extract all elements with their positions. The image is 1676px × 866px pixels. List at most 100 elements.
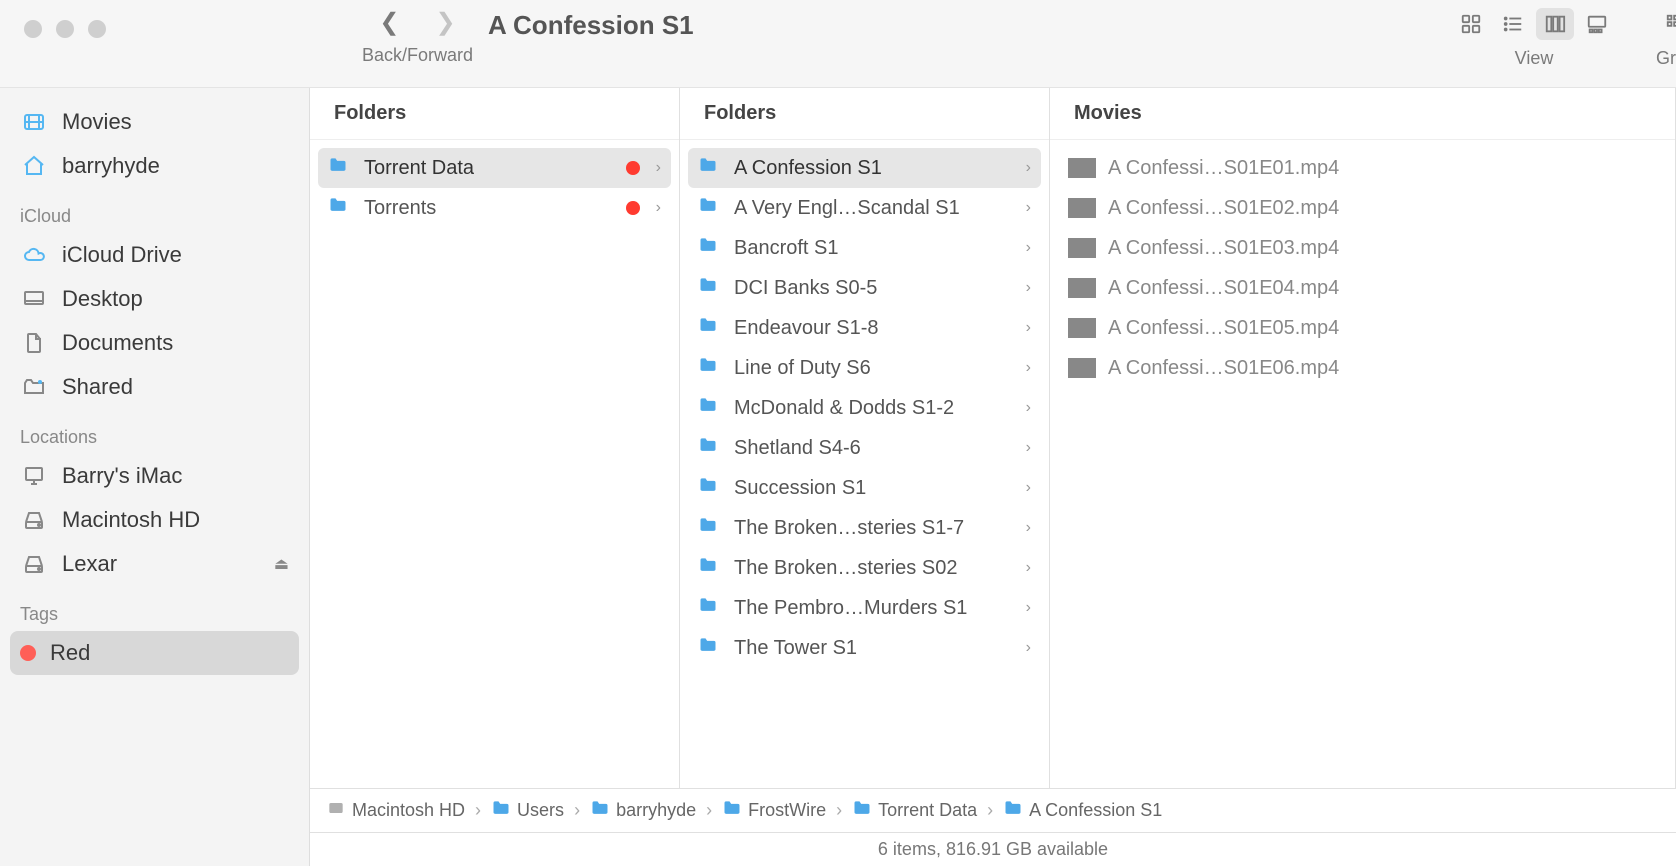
folder-row[interactable]: Line of Duty S6› xyxy=(688,348,1041,388)
path-segment[interactable]: Torrent Data xyxy=(852,798,977,823)
chevron-right-icon: › xyxy=(1026,639,1031,657)
column-body[interactable]: Torrent Data›Torrents› xyxy=(310,140,679,788)
item-name: DCI Banks S0-5 xyxy=(734,277,1018,300)
view-list-button[interactable] xyxy=(1494,8,1532,40)
sidebar-item-iclouddrive[interactable]: iCloud Drive xyxy=(0,233,309,277)
view-gallery-button[interactable] xyxy=(1578,8,1616,40)
item-name: A Confessi…S01E02.mp4 xyxy=(1108,197,1657,220)
item-name: Torrents xyxy=(364,197,626,220)
folder-row[interactable]: The Pembro…Murders S1› xyxy=(688,588,1041,628)
folder-icon xyxy=(328,195,352,221)
path-segment[interactable]: FrostWire xyxy=(722,798,826,823)
chevron-right-icon: › xyxy=(1026,479,1031,497)
sidebar: MoviesbarryhydeiCloudiCloud DriveDesktop… xyxy=(0,88,310,866)
forward-button[interactable]: ❯ xyxy=(428,8,464,37)
sidebar-item-label: Shared xyxy=(62,374,133,400)
sidebar-item-lexar[interactable]: Lexar⏏ xyxy=(0,542,309,586)
folder-row[interactable]: The Tower S1› xyxy=(688,628,1041,668)
desktop-icon xyxy=(20,287,48,311)
sidebar-item-label: Desktop xyxy=(62,286,143,312)
folder-row[interactable]: McDonald & Dodds S1-2› xyxy=(688,388,1041,428)
sidebar-item-shared[interactable]: Shared xyxy=(0,365,309,409)
folder-icon xyxy=(852,798,872,823)
minimize-window-button[interactable] xyxy=(56,20,74,38)
path-separator: › xyxy=(475,800,481,821)
column-body[interactable]: A Confessi…S01E01.mp4 A Confessi…S01E02.m… xyxy=(1050,140,1675,788)
item-name: Succession S1 xyxy=(734,477,1018,500)
file-row[interactable]: A Confessi…S01E05.mp4 xyxy=(1058,308,1667,348)
sidebar-item-machd[interactable]: Macintosh HD xyxy=(0,498,309,542)
sidebar-item-documents[interactable]: Documents xyxy=(0,321,309,365)
back-button[interactable]: ❮ xyxy=(371,8,407,37)
tag-red-icon xyxy=(626,161,640,175)
path-segment[interactable]: Users xyxy=(491,798,564,823)
file-row[interactable]: A Confessi…S01E04.mp4 xyxy=(1058,268,1667,308)
group-button[interactable] xyxy=(1657,8,1676,40)
folder-row[interactable]: Bancroft S1› xyxy=(688,228,1041,268)
column-2: MoviesA Confessi…S01E01.mp4A Confessi…S0… xyxy=(1050,88,1676,788)
item-name: A Confessi…S01E04.mp4 xyxy=(1108,277,1657,300)
folder-row[interactable]: A Confession S1› xyxy=(688,148,1041,188)
video-file-icon xyxy=(1068,198,1096,218)
item-name: Endeavour S1-8 xyxy=(734,317,1018,340)
sidebar-item-label: Macintosh HD xyxy=(62,507,200,533)
file-row[interactable]: A Confessi…S01E02.mp4 xyxy=(1058,188,1667,228)
column-header: Movies xyxy=(1050,88,1675,140)
sidebar-item-label: Movies xyxy=(62,109,132,135)
video-file-icon xyxy=(1068,358,1096,378)
sidebar-item-red[interactable]: Red xyxy=(10,631,299,675)
column-1: FoldersA Confession S1›A Very Engl…Scand… xyxy=(680,88,1050,788)
item-name: A Confessi…S01E03.mp4 xyxy=(1108,237,1657,260)
path-segment[interactable]: A Confession S1 xyxy=(1003,798,1162,823)
sidebar-item-imac[interactable]: Barry's iMac xyxy=(0,454,309,498)
folder-icon xyxy=(698,195,722,221)
sidebar-item-label: barryhyde xyxy=(62,153,160,179)
folder-row[interactable]: The Broken…steries S02› xyxy=(688,548,1041,588)
file-row[interactable]: A Confessi…S01E01.mp4 xyxy=(1058,148,1667,188)
sidebar-item-home[interactable]: barryhyde xyxy=(0,144,309,188)
file-row[interactable]: A Confessi…S01E03.mp4 xyxy=(1058,228,1667,268)
chevron-right-icon: › xyxy=(1026,599,1031,617)
folder-row[interactable]: Torrent Data› xyxy=(318,148,671,188)
chevron-right-icon: › xyxy=(1026,319,1031,337)
folder-row[interactable]: A Very Engl…Scandal S1› xyxy=(688,188,1041,228)
view-icon-button[interactable] xyxy=(1452,8,1490,40)
item-name: Shetland S4-6 xyxy=(734,437,1018,460)
path-bar: Macintosh HD›Users›barryhyde›FrostWire›T… xyxy=(310,788,1676,832)
columns-area: FoldersTorrent Data›Torrents›FoldersA Co… xyxy=(310,88,1676,866)
eject-icon[interactable]: ⏏ xyxy=(274,554,289,574)
chevron-right-icon: › xyxy=(1026,559,1031,577)
folder-row[interactable]: Succession S1 › xyxy=(688,468,1041,508)
folder-row[interactable]: Torrents› xyxy=(318,188,671,228)
folder-icon xyxy=(698,635,722,661)
sidebar-item-movies[interactable]: Movies xyxy=(0,100,309,144)
item-name: The Broken…steries S1-7 xyxy=(734,517,1018,540)
view-column-button[interactable] xyxy=(1536,8,1574,40)
path-segment[interactable]: barryhyde xyxy=(590,798,696,823)
folder-row[interactable]: Shetland S4-6 › xyxy=(688,428,1041,468)
close-window-button[interactable] xyxy=(24,20,42,38)
item-name: A Confessi…S01E06.mp4 xyxy=(1108,357,1657,380)
back-forward-label: Back/Forward xyxy=(362,45,473,66)
tag-red-icon xyxy=(626,201,640,215)
file-row[interactable]: A Confessi…S01E06.mp4 xyxy=(1058,348,1667,388)
home-folder-icon xyxy=(590,798,610,823)
main-area: MoviesbarryhydeiCloudiCloud DriveDesktop… xyxy=(0,88,1676,866)
item-name: McDonald & Dodds S1-2 xyxy=(734,397,1018,420)
column-body[interactable]: A Confession S1›A Very Engl…Scandal S1›B… xyxy=(680,140,1049,788)
folder-row[interactable]: Endeavour S1-8 › xyxy=(688,308,1041,348)
zoom-window-button[interactable] xyxy=(88,20,106,38)
folder-row[interactable]: DCI Banks S0-5› xyxy=(688,268,1041,308)
folder-row[interactable]: The Broken…steries S1-7› xyxy=(688,508,1041,548)
sidebar-item-desktop[interactable]: Desktop xyxy=(0,277,309,321)
folder-icon xyxy=(698,315,722,341)
path-segment[interactable]: Macintosh HD xyxy=(326,798,465,823)
item-name: A Very Engl…Scandal S1 xyxy=(734,197,1018,220)
item-name: Bancroft S1 xyxy=(734,237,1018,260)
chevron-right-icon: › xyxy=(1026,159,1031,177)
chevron-right-icon: › xyxy=(656,159,661,177)
chevron-right-icon: › xyxy=(1026,439,1031,457)
path-label: FrostWire xyxy=(748,800,826,821)
folder-icon xyxy=(698,395,722,421)
computer-icon xyxy=(20,464,48,488)
